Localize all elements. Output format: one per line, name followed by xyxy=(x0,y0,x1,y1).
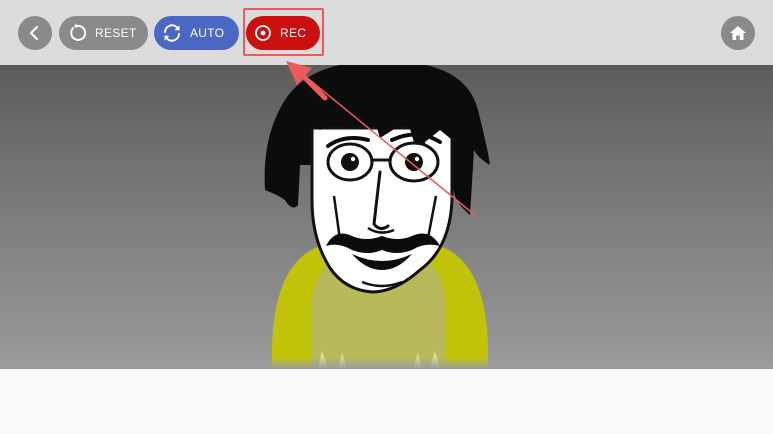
stage xyxy=(0,65,773,369)
rec-button[interactable]: REC xyxy=(246,16,320,50)
app-window: RESET AUTO REC xyxy=(0,0,773,434)
top-toolbar: RESET AUTO REC xyxy=(0,0,773,65)
auto-button[interactable]: AUTO xyxy=(154,16,239,50)
reset-icon xyxy=(67,23,87,43)
home-button[interactable] xyxy=(721,16,755,50)
stage-floor xyxy=(0,357,773,369)
chevron-left-icon xyxy=(29,25,39,41)
beatboxer-character[interactable] xyxy=(0,65,773,369)
home-icon xyxy=(730,26,746,40)
reset-button[interactable]: RESET xyxy=(59,16,148,50)
bottom-panel xyxy=(0,369,773,434)
sync-icon xyxy=(162,23,182,43)
reset-label: RESET xyxy=(95,26,137,40)
auto-label: AUTO xyxy=(190,26,225,40)
rec-label: REC xyxy=(280,26,307,40)
record-icon xyxy=(254,24,272,42)
back-button[interactable] xyxy=(18,16,52,50)
